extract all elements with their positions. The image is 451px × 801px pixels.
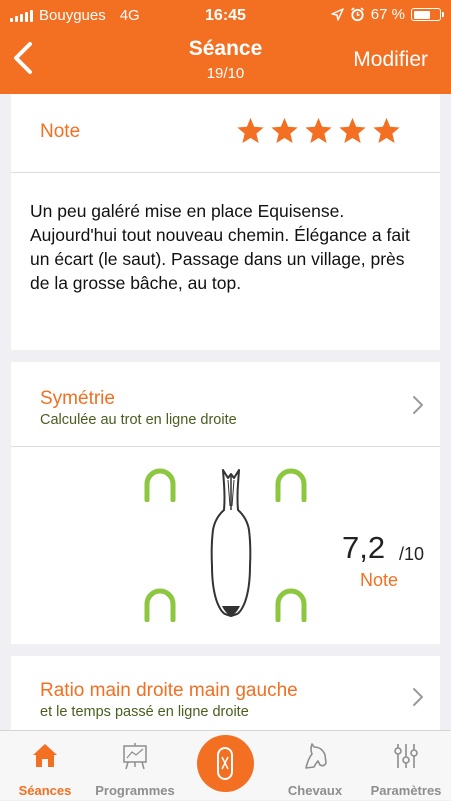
star-icon[interactable] — [337, 116, 368, 146]
tab-parametres[interactable]: Paramètres — [361, 731, 451, 801]
divider — [11, 446, 440, 447]
session-comment: Un peu galéré mise en place Equisense. A… — [30, 201, 410, 293]
tab-label: Chevaux — [287, 783, 343, 798]
star-rating[interactable] — [235, 116, 402, 146]
divider — [11, 172, 440, 173]
tab-programmes[interactable]: Programmes — [90, 731, 180, 801]
horse-top-view-icon — [210, 469, 252, 617]
tab-chevaux[interactable]: Chevaux — [270, 731, 360, 801]
symmetry-score-max: /10 — [399, 544, 425, 564]
sliders-icon — [394, 744, 418, 768]
horse-head-icon — [305, 743, 327, 769]
symmetry-title: Symétrie — [40, 388, 115, 409]
sensor-button[interactable] — [197, 735, 254, 792]
rating-label: Note — [40, 121, 81, 142]
nav-bar: Bouygues 4G 16:45 67 % Séance 19/10 Modi… — [0, 0, 451, 94]
star-icon[interactable] — [371, 116, 402, 146]
star-icon[interactable] — [303, 116, 334, 146]
horseshoe-icon — [275, 588, 307, 622]
edit-button[interactable]: Modifier — [353, 48, 428, 72]
horseshoe-icon — [144, 468, 176, 502]
tab-label: Programmes — [95, 783, 175, 798]
tab-seances[interactable]: Séances — [0, 731, 90, 801]
sensor-icon — [217, 747, 233, 780]
ratio-subtitle: et le temps passé en ligne droite — [40, 704, 249, 720]
board-icon — [123, 743, 147, 770]
session-notes-card: Note Un peu galéré mise en place Equisen… — [11, 94, 440, 350]
star-icon[interactable] — [235, 116, 266, 146]
alarm-icon — [350, 7, 364, 22]
symmetry-subtitle: Calculée au trot en ligne droite — [40, 412, 237, 428]
horseshoe-icon — [144, 588, 176, 622]
symmetry-score: 7,2 — [342, 530, 386, 565]
home-icon — [33, 744, 57, 767]
chevron-right-icon — [413, 688, 423, 706]
star-icon[interactable] — [269, 116, 300, 146]
status-bar: Bouygues 4G 16:45 67 % — [0, 0, 451, 32]
chevron-right-icon — [413, 396, 423, 414]
battery-percent: 67 % — [370, 6, 405, 23]
tab-label: Paramètres — [370, 783, 442, 798]
horseshoe-icon — [275, 468, 307, 502]
battery-icon — [411, 8, 444, 21]
location-icon — [331, 8, 344, 21]
ratio-title: Ratio main droite main gauche — [40, 680, 298, 701]
symmetry-card[interactable]: Symétrie Calculée au trot en ligne droit… — [11, 362, 440, 644]
symmetry-score-label: Note — [360, 570, 399, 590]
tab-label: Séances — [18, 783, 72, 798]
